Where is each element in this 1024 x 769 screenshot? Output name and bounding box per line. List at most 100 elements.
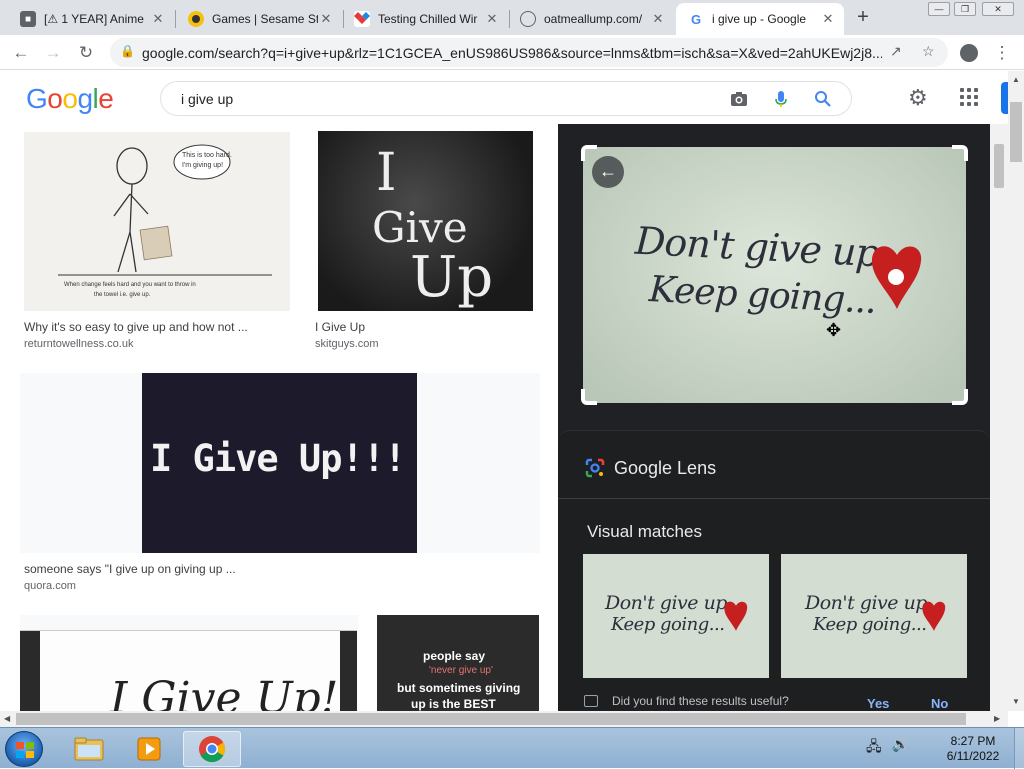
tab-oatmeal[interactable]: oatmeallump.com/ ✕ [508,3,674,35]
close-tab-icon[interactable]: ✕ [650,11,666,27]
bookmark-star-icon[interactable]: ☆ [922,43,935,60]
dropbox-icon [354,11,370,27]
scroll-right-arrow[interactable]: ▶ [994,714,1000,723]
windows-taskbar: 🖧 🔊 8:27 PM 6/11/2022 [0,727,1024,769]
new-tab-button[interactable]: + [853,6,873,28]
google-header: Google i give up ⚙ [0,71,1008,124]
back-button[interactable]: ← [9,41,33,65]
close-tab-icon[interactable]: ✕ [318,11,334,27]
sesame-icon [188,11,204,27]
search-input[interactable]: i give up [160,81,852,116]
inner-scrollbar-thumb[interactable] [994,144,1004,188]
thumb-text: but sometimes giving [397,681,521,695]
clock-time: 8:27 PM [950,734,996,748]
match-image-text: Don't give up [605,592,727,614]
scroll-down-arrow[interactable]: ▼ [1012,697,1020,706]
settings-gear-icon[interactable]: ⚙ [908,85,928,111]
result-caption[interactable]: someone says "I give up on giving up ... [24,562,236,576]
lens-header: Google Lens [584,457,716,479]
scroll-left-arrow[interactable]: ◀ [4,714,10,723]
share-icon[interactable]: ↗ [890,43,902,60]
address-bar[interactable]: 🔒 google.com/search?q=i+give+up&rlz=1C1G… [110,38,948,67]
google-icon: G [688,11,704,27]
thumb-text: I Give Up! [110,673,339,711]
thumb-text: I [376,143,397,203]
result-thumbnail[interactable]: I Give Up [318,131,533,311]
menu-icon[interactable]: ⋮ [990,41,1014,65]
globe-icon [520,11,536,27]
tab-testing[interactable]: Testing Chilled Wir ✕ [342,3,508,35]
google-logo[interactable]: Google [26,83,114,115]
thumb-text: When change feels hard and you want to t… [64,282,196,288]
lens-crop-area[interactable]: Don't give up Keep going... ← ✥ [581,145,968,405]
crop-handle-bottom-right[interactable] [952,389,968,405]
result-source[interactable]: returntowellness.co.uk [24,338,133,350]
start-button[interactable] [5,731,43,767]
minimize-button[interactable]: — [928,2,950,16]
search-query: i give up [181,91,234,107]
microphone-icon[interactable] [771,89,791,109]
chrome-taskbar-button[interactable] [183,731,241,767]
scroll-up-arrow[interactable]: ▲ [1012,75,1020,84]
vertical-scrollbar[interactable]: ▲ ▼ [1008,71,1024,711]
crop-handle-top-left[interactable] [581,145,597,161]
tab-title: oatmeallump.com/ [544,12,643,26]
forward-button[interactable]: → [41,41,65,65]
tab-strip: ■ [⚠ 1 YEAR] Anime ✕ Games | Sesame Str … [0,0,1024,35]
chrome-icon [199,736,226,763]
result-thumbnail[interactable]: people say 'never give up' but sometimes… [377,615,539,711]
tab-title: [⚠ 1 YEAR] Anime [44,12,144,26]
close-window-button[interactable]: ✕ [982,2,1014,16]
horizontal-scrollbar[interactable]: ◀ ▶ [0,711,1008,727]
inner-scrollbar[interactable] [990,124,1008,711]
feedback-yes-button[interactable]: Yes [867,696,889,711]
tab-google-active[interactable]: G i give up - Google ✕ [676,3,844,35]
result-source[interactable]: skitguys.com [315,338,379,350]
thumb-text: Up [410,245,494,310]
tab-anime[interactable]: ■ [⚠ 1 YEAR] Anime ✕ [8,3,174,35]
media-player-taskbar-button[interactable] [122,731,176,767]
visual-match-thumbnail[interactable]: Don't give up Keep going... [583,554,769,678]
crop-handle-top-right[interactable] [952,145,968,161]
restore-button[interactable]: ❐ [954,2,976,16]
camera-icon[interactable] [729,89,749,109]
image-results: This is too hard. I'm giving up! When ch… [0,124,558,711]
result-thumbnail[interactable]: I Give Up!!! [142,373,417,553]
selection-dot[interactable] [888,269,904,285]
tab-sesame[interactable]: Games | Sesame Str ✕ [176,3,342,35]
clock-date: 6/11/2022 [946,749,1000,763]
result-source[interactable]: quora.com [24,580,76,592]
result-thumbnail[interactable]: I Give Up! [20,630,357,711]
visual-match-thumbnail[interactable]: Don't give up Keep going... [781,554,967,678]
match-image-text: Keep going... [611,614,725,635]
result-caption[interactable]: I Give Up [315,320,365,334]
close-tab-icon[interactable]: ✕ [150,11,166,27]
feedback-no-button[interactable]: No [931,696,948,711]
result-caption[interactable]: Why it's so easy to give up and how not … [24,320,248,334]
scrollbar-thumb[interactable] [16,713,966,725]
close-tab-icon[interactable]: ✕ [484,11,500,27]
browser-toolbar: ← → ↻ 🔒 google.com/search?q=i+give+up&rl… [0,35,1024,70]
lens-title: Google Lens [614,457,717,478]
ghost-icon: ■ [20,11,36,27]
taskbar-clock[interactable]: 8:27 PM 6/11/2022 [938,734,1008,764]
crop-handle-bottom-left[interactable] [581,389,597,405]
show-desktop-button[interactable] [1014,728,1024,769]
search-icon[interactable] [813,89,833,109]
lock-icon: 🔒 [120,44,135,58]
close-tab-icon[interactable]: ✕ [820,11,836,27]
url-text: google.com/search?q=i+give+up&rlz=1C1GCE… [142,45,882,61]
network-icon[interactable]: 🖧 [866,736,882,760]
reload-button[interactable]: ↻ [74,41,98,65]
heart-icon [922,601,946,631]
heart-icon [724,601,748,631]
profile-avatar[interactable] [957,41,981,65]
scrollbar-thumb[interactable] [1010,102,1022,162]
result-thumbnail[interactable]: This is too hard. I'm giving up! When ch… [24,132,290,311]
file-explorer-taskbar-button[interactable] [62,731,116,767]
volume-icon[interactable]: 🔊 [892,736,909,760]
google-apps-icon[interactable] [960,88,978,106]
visual-matches-title: Visual matches [587,522,702,541]
account-button[interactable] [1001,82,1008,114]
preview-panel: Don't give up Keep going... ← ✥ Google L… [558,124,990,711]
